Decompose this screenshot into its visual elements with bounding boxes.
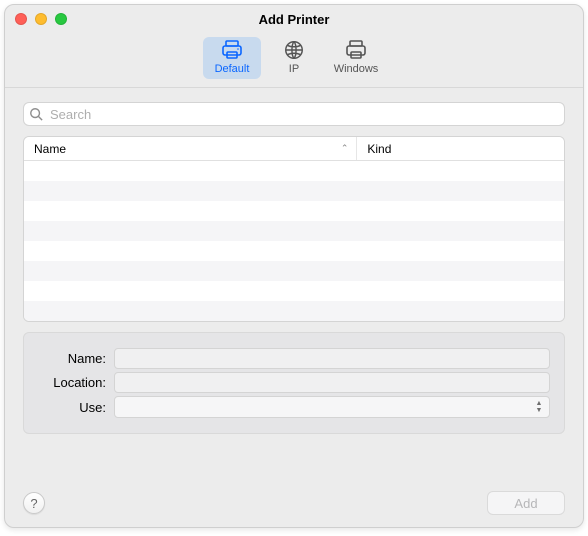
footer: ? Add [5,485,583,527]
content-area: Name ⌃ Kind Name: [5,88,583,485]
window-controls [15,13,67,25]
list-row [24,221,564,241]
select-stepper-icon: ▲▼ [533,399,545,415]
column-header-kind[interactable]: Kind [356,137,554,160]
use-label: Use: [38,400,114,415]
titlebar: Add Printer [5,5,583,33]
tab-default-label: Default [203,63,261,75]
list-header: Name ⌃ Kind [24,137,564,161]
printer-details-panel: Name: Location: Use: ▲▼ [23,332,565,434]
list-row [24,241,564,261]
tab-windows-label: Windows [327,63,385,75]
zoom-icon[interactable] [55,13,67,25]
list-row [24,261,564,281]
search-wrap [23,102,565,126]
tab-windows[interactable]: Windows [327,37,385,79]
search-icon [29,107,43,121]
minimize-icon[interactable] [35,13,47,25]
toolbar: Default IP Windows [5,33,583,88]
window-title: Add Printer [5,12,583,27]
sort-caret-icon: ⌃ [341,143,349,154]
list-row [24,161,564,181]
printer-icon [218,39,246,61]
tab-default[interactable]: Default [203,37,261,79]
list-row [24,181,564,201]
column-header-name[interactable]: Name ⌃ [34,142,356,156]
name-field[interactable] [114,348,550,369]
use-select[interactable]: ▲▼ [114,396,550,418]
globe-icon [280,39,308,61]
tab-ip[interactable]: IP [265,37,323,79]
search-input[interactable] [23,102,565,126]
add-printer-window: Add Printer Default IP [4,4,584,528]
column-name-label: Name [34,142,66,156]
location-field[interactable] [114,372,550,393]
list-rows[interactable] [24,161,564,321]
windows-printer-icon [342,39,370,61]
list-row [24,301,564,321]
help-icon: ? [30,496,37,511]
column-kind-label: Kind [367,142,391,156]
list-row [24,281,564,301]
add-button[interactable]: Add [487,491,565,515]
help-button[interactable]: ? [23,492,45,514]
close-icon[interactable] [15,13,27,25]
name-label: Name: [38,351,114,366]
tab-ip-label: IP [265,63,323,75]
printer-list: Name ⌃ Kind [23,136,565,322]
list-row [24,201,564,221]
location-label: Location: [38,375,114,390]
